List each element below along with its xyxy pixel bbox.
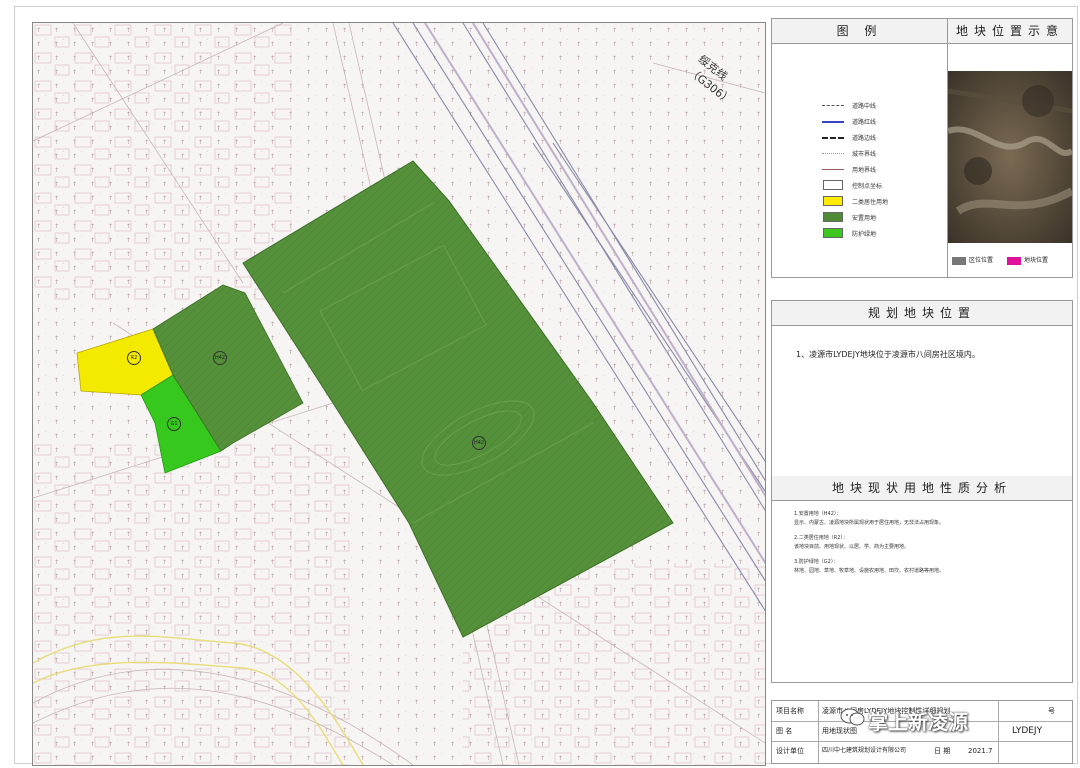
- legend-panel: 图 例 道路中线 道路红线 道路边线 城市界线 用地界线 控制点坐标 二类居住用…: [771, 18, 1073, 278]
- analysis-heading: 3.防护绿地（G2）：: [794, 559, 839, 565]
- road-edge-icon: [822, 132, 844, 142]
- legend-item-label: 道路边线: [852, 134, 877, 142]
- legend-item-label: 控制点坐标: [852, 182, 883, 190]
- legend-item: 安置用地: [822, 209, 888, 225]
- legend-item: 道路中线: [822, 97, 888, 113]
- analysis-body: 1.安置用地（H42）： 显示、内蒙古、凌源地块所属现状用于居住用地，无非法占用现…: [794, 510, 944, 582]
- analysis-heading: 1.安置用地（H42）：: [794, 511, 842, 517]
- legend-item: 道路边线: [822, 129, 888, 145]
- legend-item-label: 防护绿地: [852, 230, 877, 238]
- land-use-map[interactable]: ↑ ·: [32, 22, 766, 766]
- code-label: 号: [1048, 707, 1055, 715]
- title-block-row: 设计单位 四川中七建筑规划设计有限公司 日 期 2021.7: [772, 741, 1072, 761]
- location-map-title: 地块位置示意: [948, 19, 1072, 44]
- aerial-legend-item: 区位位置: [952, 255, 993, 265]
- legend-item: 防护绿地: [822, 225, 888, 241]
- legend-item: 用地界线: [822, 161, 888, 177]
- designer-name: 四川中七建筑规划设计有限公司: [822, 747, 907, 754]
- protective-green-swatch-icon: [822, 228, 844, 238]
- legend-item: 二类居住用地: [822, 193, 888, 209]
- analysis-title: 地块现状用地性质分析: [772, 476, 1072, 501]
- control-point-icon: [822, 180, 844, 190]
- date-value: 2021.7: [968, 747, 993, 755]
- parcel-label-g1: G1: [167, 417, 181, 431]
- aerial-location-image: [948, 71, 1072, 243]
- legend-list: 道路中线 道路红线 道路边线 城市界线 用地界线 控制点坐标 二类居住用地 安置…: [822, 97, 888, 241]
- legend-column: 图 例 道路中线 道路红线 道路边线 城市界线 用地界线 控制点坐标 二类居住用…: [772, 19, 948, 277]
- analysis-text: 该地块目前、用地现状、以居、学、商为主要用地。: [794, 544, 910, 550]
- legend-item: 控制点坐标: [822, 177, 888, 193]
- planning-location-title: 规划地块位置: [772, 301, 1072, 326]
- planning-location-text: 1、凌源市LYDEJY地块位于凌源市八间房社区境内。: [796, 350, 980, 359]
- planning-location-panel: 规划地块位置 1、凌源市LYDEJY地块位于凌源市八间房社区境内。: [771, 300, 1073, 478]
- road-redline-icon: [822, 116, 844, 126]
- legend-item-label: 道路红线: [852, 118, 877, 126]
- analysis-text: 显示、内蒙古、凌源地块所属现状用于居住用地，无非法占用现象。: [794, 520, 945, 526]
- landuse-boundary-icon: [822, 164, 844, 174]
- parcel-label-h42-large: H42: [472, 436, 486, 450]
- analysis-text: 林地、园地、草地、牧草地、设施农用地、田坎、农村道路等用地。: [794, 568, 945, 574]
- wechat-icon: [840, 708, 865, 726]
- legend-item: 城市界线: [822, 145, 888, 161]
- city-boundary-icon: [822, 148, 844, 158]
- watermark-text: 掌上新凌源: [868, 710, 968, 734]
- legend-item-label: 用地界线: [852, 166, 877, 174]
- aerial-photo: [948, 71, 1072, 243]
- drawing-code: LYDEJY: [1012, 726, 1043, 736]
- date-label: 日 期: [934, 747, 951, 755]
- road-centerline-icon: [822, 100, 844, 110]
- legend-item-label: 城市界线: [852, 150, 877, 158]
- project-label: 项目名称: [776, 707, 804, 715]
- parcel-label-r2: R2: [127, 351, 141, 365]
- landuse-analysis-panel: 地块现状用地性质分析 1.安置用地（H42）： 显示、内蒙古、凌源地块所属现状用于…: [771, 476, 1073, 683]
- legend-item-label: 二类居住用地: [852, 198, 889, 206]
- parcel-label-h42-small: H42: [213, 351, 227, 365]
- legend-item-label: 安置用地: [852, 214, 877, 222]
- legend-item-label: 道路中线: [852, 102, 877, 110]
- map-canvas: ↑ ·: [33, 23, 765, 765]
- analysis-heading: 2.二类居住用地（R2）：: [794, 535, 848, 541]
- aerial-legend: 区位位置 地块位置: [952, 255, 1048, 265]
- legend-item: 道路红线: [822, 113, 888, 129]
- resettlement-swatch-icon: [822, 212, 844, 222]
- drawing-label: 图 名: [776, 727, 793, 735]
- legend-title: 图 例: [772, 19, 947, 44]
- aerial-legend-item: 地块位置: [1007, 255, 1048, 265]
- residential-swatch-icon: [822, 196, 844, 206]
- designer-label: 设计单位: [776, 747, 804, 755]
